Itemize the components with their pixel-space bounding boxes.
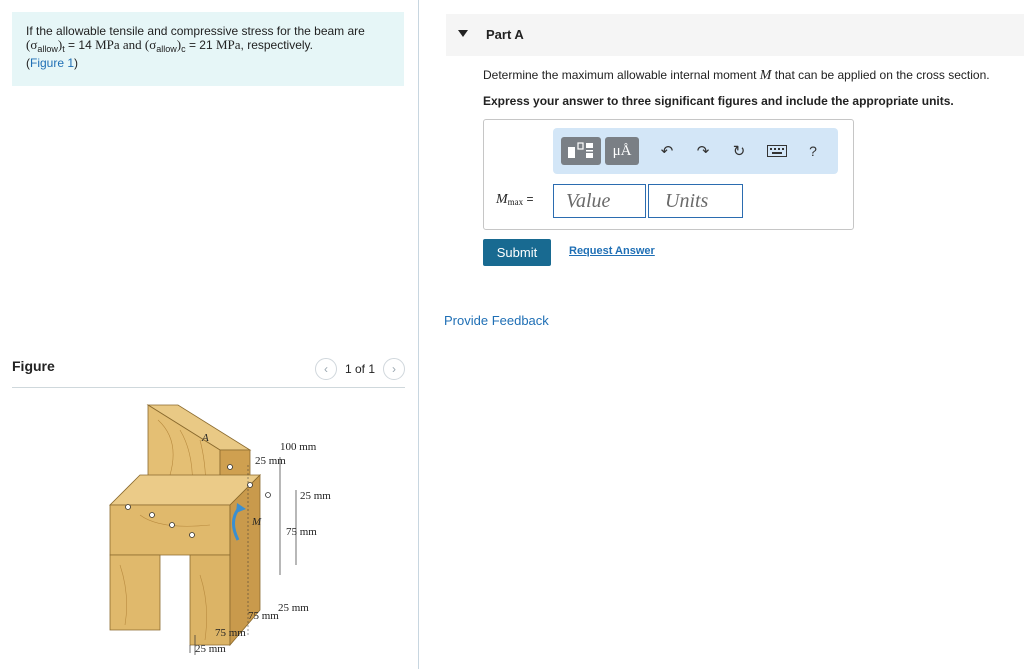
problem-line-2: (σallow)t = 14 MPa and (σallow)c = 21 MP… <box>26 37 313 55</box>
units-input[interactable] <box>648 184 743 218</box>
request-answer-link[interactable]: Request Answer <box>569 245 655 257</box>
answer-label: Mmax = <box>496 192 534 207</box>
answer-box: μÅ ↶ ↷ ↻ ? Mmax = <box>483 119 854 230</box>
dim-25mm-top: 25 mm <box>255 455 286 467</box>
provide-feedback-link[interactable]: Provide Feedback <box>444 313 549 328</box>
figure-title: Figure <box>12 358 55 374</box>
help-icon[interactable]: ? <box>801 137 825 165</box>
submit-button[interactable]: Submit <box>483 239 551 266</box>
pager-count: 1 of 1 <box>344 362 375 376</box>
units-symbol-button[interactable]: μÅ <box>605 137 639 165</box>
redo-icon[interactable]: ↷ <box>691 137 715 165</box>
figure-header: Figure ‹ 1 of 1 › <box>12 356 405 388</box>
label-A: A <box>201 432 209 444</box>
math-toolbar: μÅ ↶ ↷ ↻ ? <box>553 128 838 174</box>
problem-line-3: (Figure 1) <box>26 56 79 70</box>
templates-icon[interactable] <box>561 137 601 165</box>
dim-25mm-bottom: 25 mm <box>278 602 309 614</box>
dim-75mm-right: 75 mm <box>286 526 317 538</box>
dim-100mm: 100 mm <box>280 441 317 453</box>
part-title: Part A <box>486 27 524 42</box>
dim-25mm-right: 25 mm <box>300 490 331 502</box>
problem-statement: If the allowable tensile and compressive… <box>12 12 404 86</box>
beam-figure: A M 100 mm 25 mm 25 mm 75 mm 25 mm 75 mm… <box>109 404 331 655</box>
chevron-right-icon[interactable]: › <box>383 358 405 380</box>
sigma-t: (σallow)t <box>26 37 65 55</box>
reset-icon[interactable]: ↻ <box>727 137 751 165</box>
left-pane: If the allowable tensile and compressive… <box>0 0 418 669</box>
undo-icon[interactable]: ↶ <box>655 137 679 165</box>
problem-line-1: If the allowable tensile and compressive… <box>26 24 365 38</box>
part-a-header[interactable]: Part A <box>446 14 1024 56</box>
keyboard-icon[interactable] <box>763 137 791 165</box>
dim-75mm-inner: 75 mm <box>248 610 279 622</box>
figure-link[interactable]: Figure 1 <box>30 56 74 70</box>
caret-down-icon[interactable] <box>458 30 468 37</box>
value-input[interactable] <box>553 184 646 218</box>
pane-divider <box>418 0 419 669</box>
dim-75mm-bottom: 75 mm <box>215 627 246 639</box>
instruction-text: Express your answer to three significant… <box>483 94 954 108</box>
figure-pager: ‹ 1 of 1 › <box>314 358 405 380</box>
label-M: M <box>251 516 262 528</box>
chevron-left-icon[interactable]: ‹ <box>314 358 337 380</box>
question-text: Determine the maximum allowable internal… <box>483 68 990 83</box>
dim-25mm-bottom-left: 25 mm <box>195 643 226 655</box>
